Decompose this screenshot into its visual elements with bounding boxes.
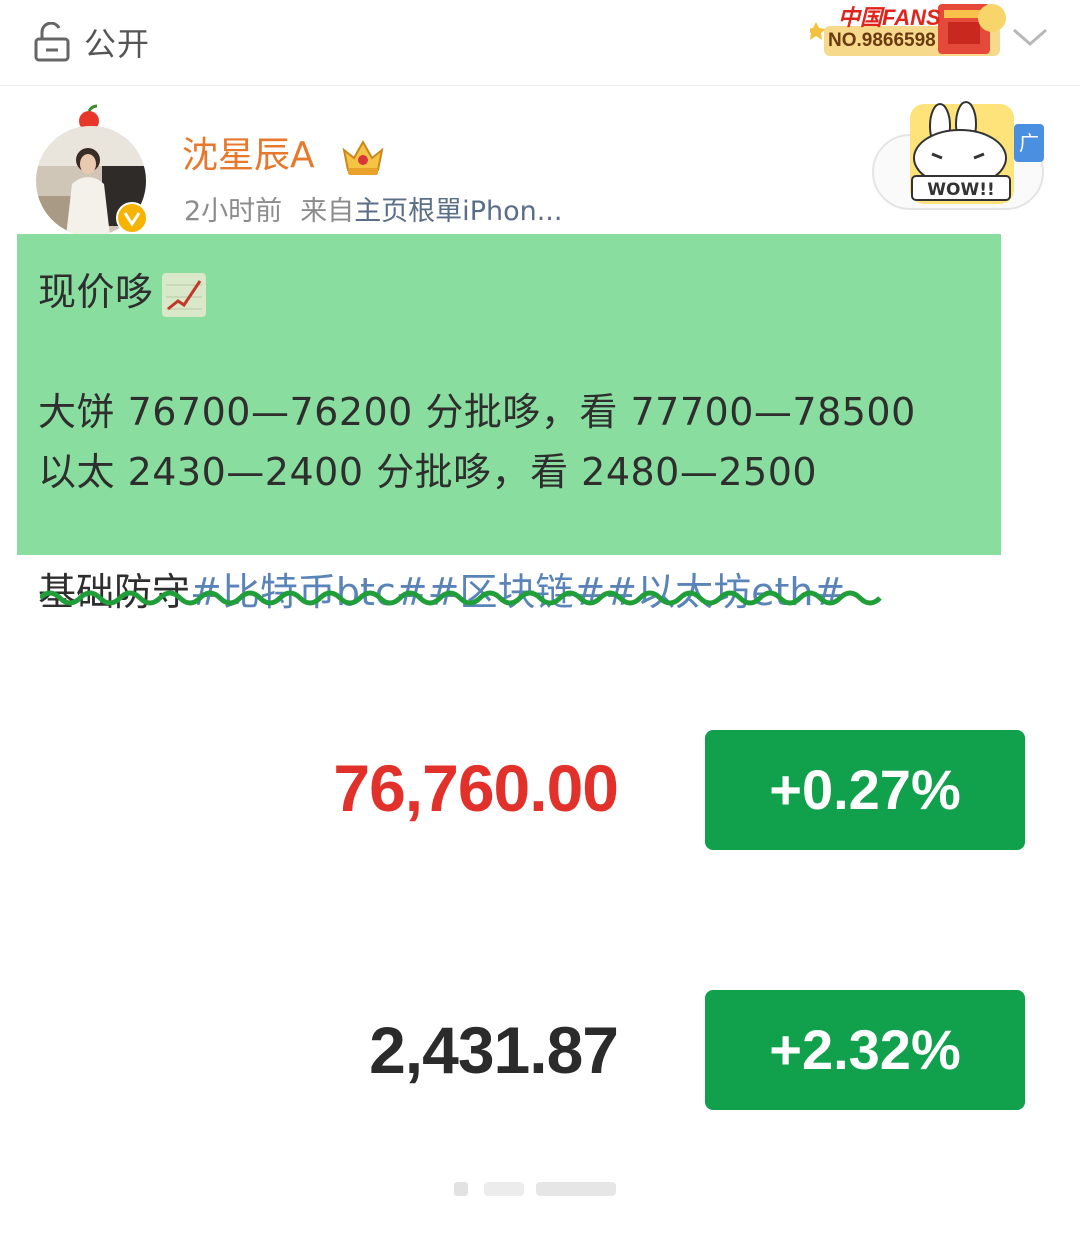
chevron-down-icon[interactable]	[1010, 22, 1050, 52]
post-line-3: 以太 2430—2400 分批哆，看 2480—2500	[38, 450, 818, 494]
unlock-icon	[34, 21, 70, 62]
post-source[interactable]: 主页根單iPhon...	[354, 196, 562, 227]
visibility-selector[interactable]: 公开	[34, 20, 150, 64]
btc-change-button[interactable]: +0.27%	[705, 730, 1025, 850]
fans-badge-title: 中国FANS	[838, 5, 941, 30]
wavy-underline-decoration	[38, 586, 890, 610]
chart-increasing-icon	[160, 271, 208, 319]
post-line-1-text: 现价哆	[38, 270, 154, 314]
ad-tag: 广	[1014, 124, 1044, 162]
bunny-sticker-icon[interactable]: WOW!!	[906, 100, 1018, 208]
post-line-2: 大饼 76700—76200 分批哆，看 77700—78500	[38, 390, 916, 434]
visibility-bar: 公开 中国FANS NO.9866598	[0, 0, 1080, 86]
author-name[interactable]: 沈星辰A	[182, 132, 315, 180]
post-line-1: 现价哆	[38, 266, 208, 319]
author-avatar-group[interactable]	[36, 104, 152, 236]
ad-sticker-text: WOW!!	[927, 180, 994, 200]
verified-badge-icon	[116, 202, 148, 234]
eth-change-button[interactable]: +2.32%	[705, 990, 1025, 1110]
fans-badge-number: NO.9866598	[828, 30, 936, 51]
post-time: 2小时前	[184, 196, 283, 227]
btc-price: 76,760.00	[333, 751, 619, 825]
crown-member-icon[interactable]	[338, 136, 388, 178]
blurred-caption	[444, 1176, 634, 1200]
eth-price: 2,431.87	[369, 1013, 619, 1087]
post-meta: 2小时前 来自主页根單iPhon...	[184, 193, 562, 231]
post-source-prefix: 来自	[300, 196, 355, 227]
fans-badge[interactable]: 中国FANS NO.9866598	[810, 0, 1006, 60]
visibility-label: 公开	[84, 25, 151, 63]
